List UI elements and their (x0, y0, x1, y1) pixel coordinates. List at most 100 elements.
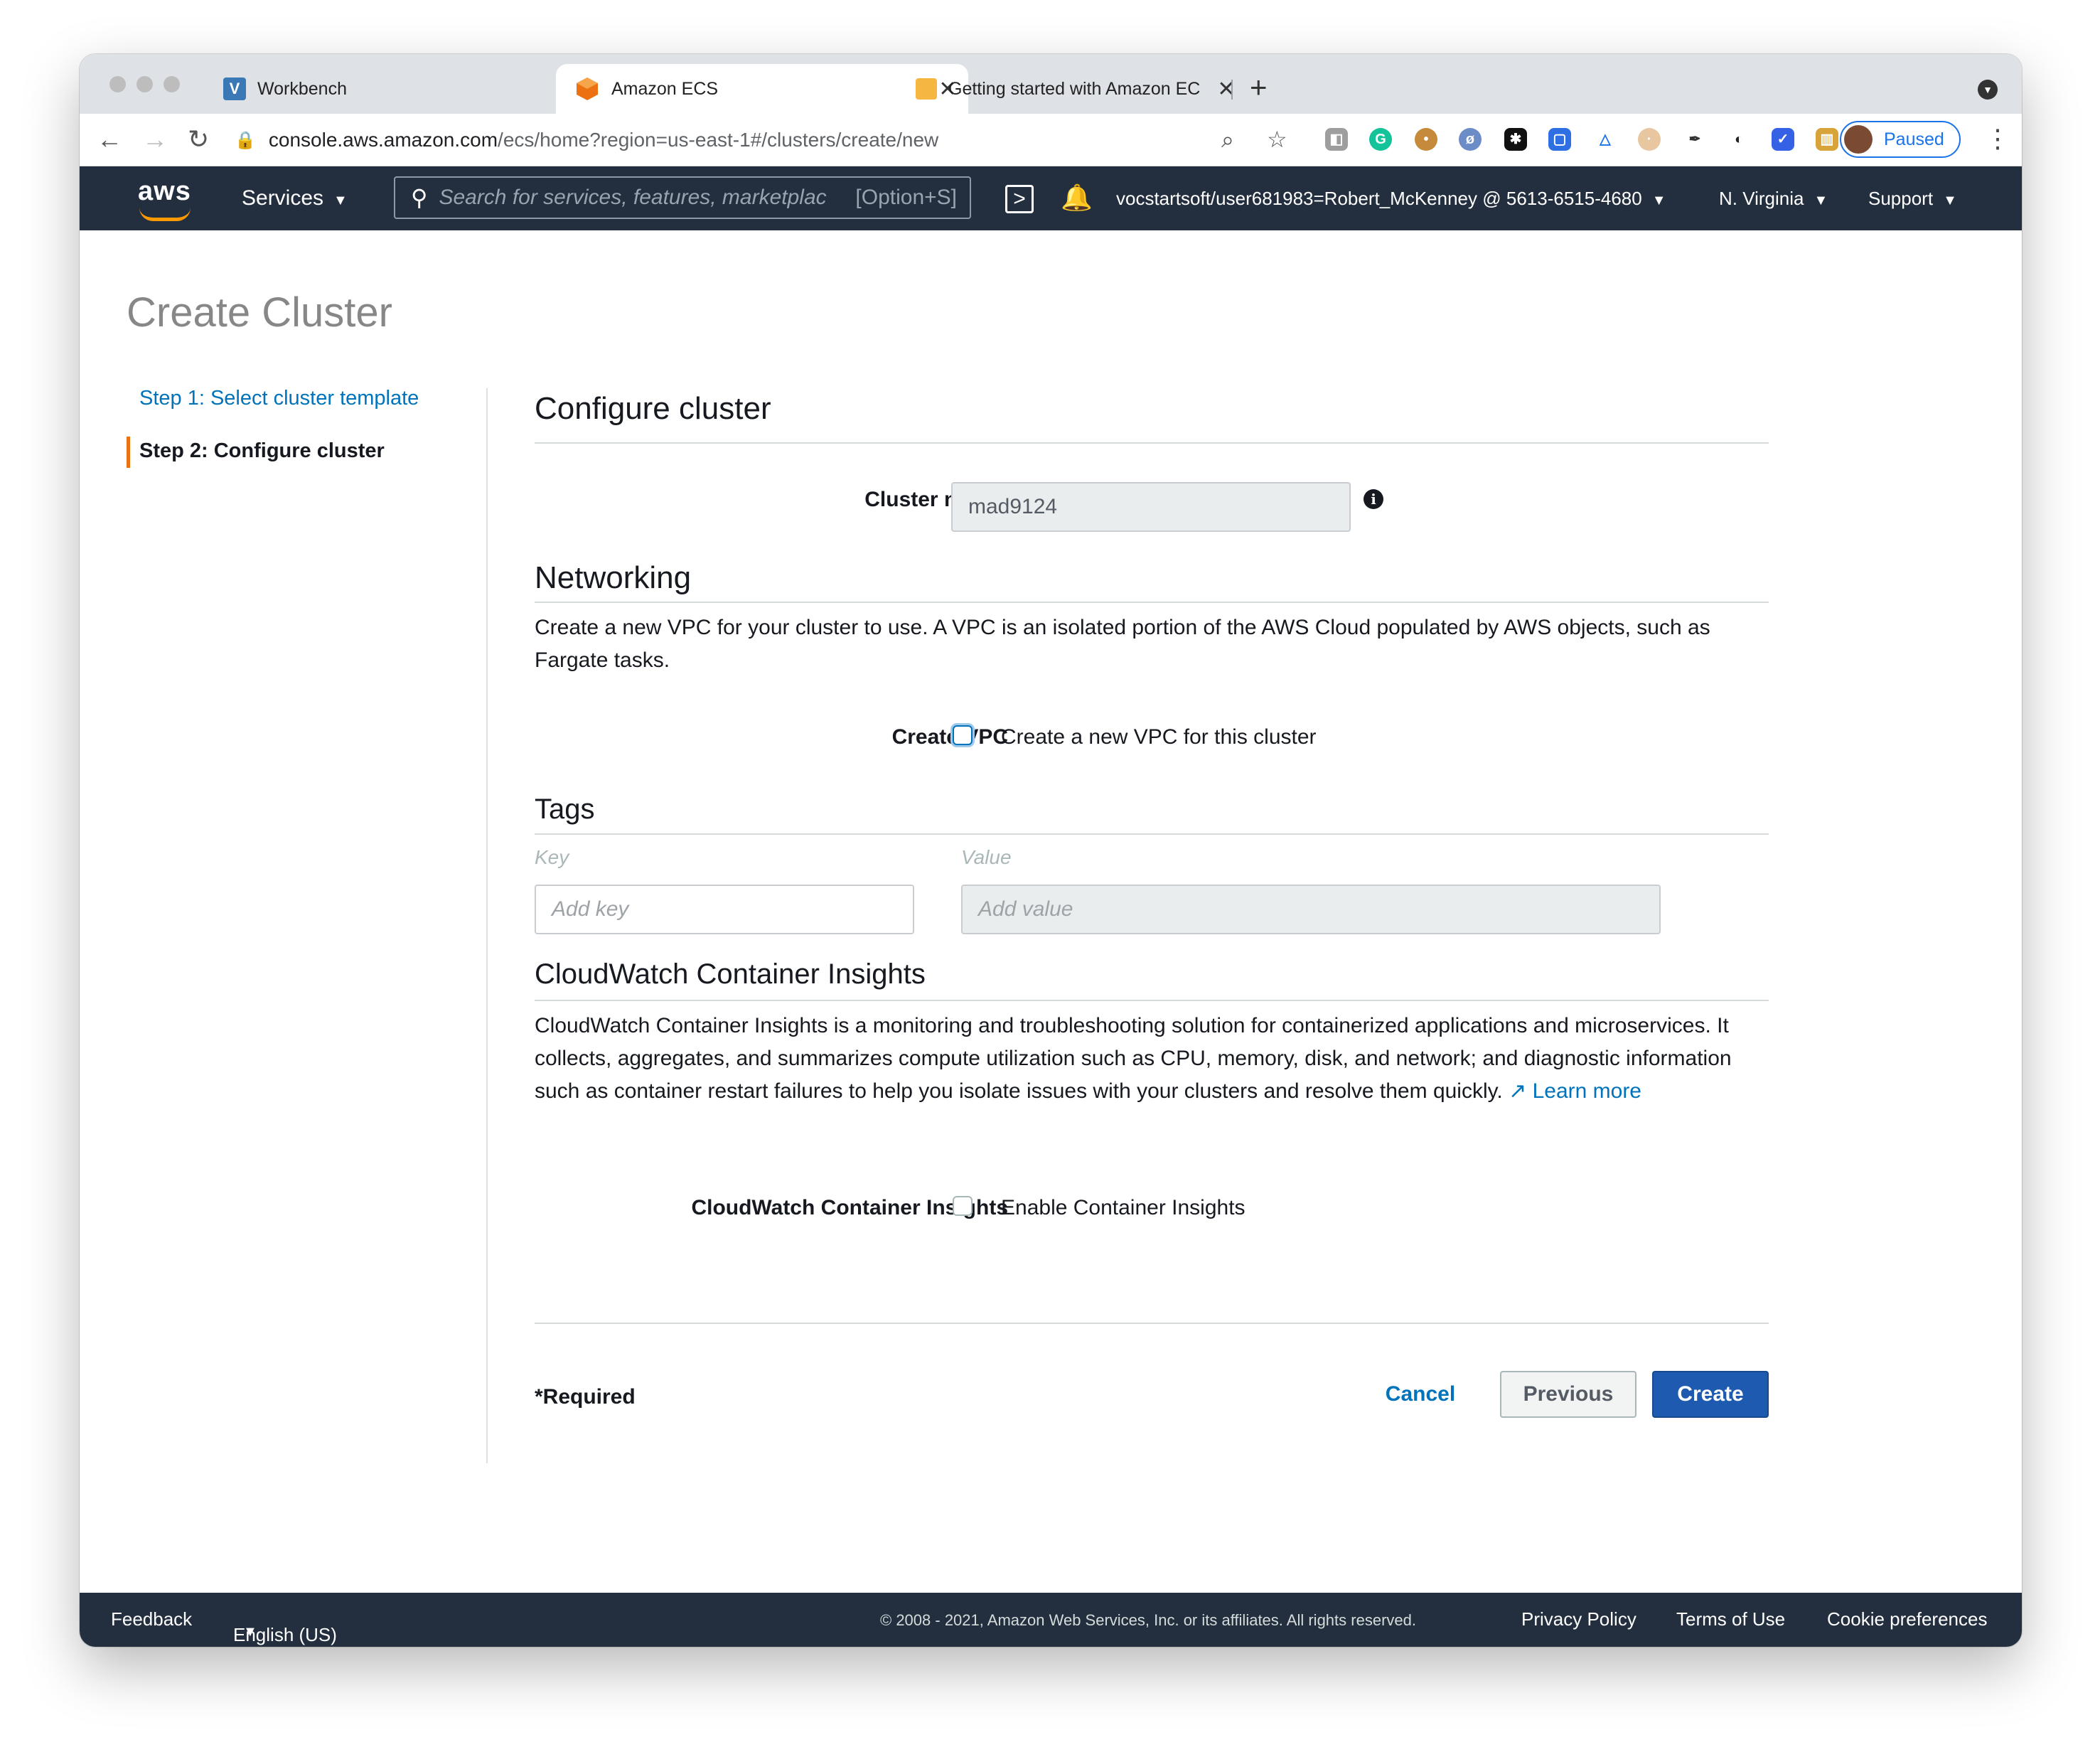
extension-icon[interactable]: ✱ (1504, 128, 1527, 151)
support-menu[interactable]: Support ▼ (1868, 188, 1957, 210)
browser-window: V Workbench ✕ Amazon ECS ✕ Getting start… (80, 54, 2022, 1647)
zoom-icon[interactable]: ⌕ (1221, 127, 1234, 152)
tab-label: Amazon ECS (611, 78, 719, 99)
container-insights-heading: CloudWatch Container Insights (535, 958, 926, 990)
caret-down-icon: ▼ (1651, 193, 1666, 208)
learn-more-label: Learn more (1532, 1079, 1641, 1103)
close-icon[interactable]: ✕ (1214, 77, 1238, 102)
privacy-policy-link[interactable]: Privacy Policy (1521, 1608, 1636, 1630)
aws-smile-logo-icon (139, 208, 191, 221)
aws-console-nav: aws Services ▼ ⚲ Search for services, fea… (80, 166, 2022, 230)
cloudshell-icon[interactable]: > (1005, 185, 1034, 213)
reload-icon[interactable]: ↻ (188, 127, 209, 152)
ecs-favicon-icon (577, 78, 598, 100)
maximize-window-button[interactable] (164, 76, 180, 92)
region-label: N. Virginia (1719, 188, 1804, 209)
region-menu[interactable]: N. Virginia ▼ (1719, 188, 1828, 210)
extension-icon[interactable]: △ (1594, 128, 1617, 151)
tab-label: Workbench (257, 78, 347, 99)
extension-icon[interactable]: ▥ (1816, 128, 1838, 151)
caret-down-icon: ▼ (243, 1624, 257, 1640)
search-icon: ⚲ (411, 185, 428, 210)
new-tab-plus-icon[interactable]: + (1250, 70, 1268, 105)
container-insights-checkbox-label[interactable]: Enable Container Insights (1001, 1196, 1245, 1220)
tag-value-input[interactable]: Add value (961, 885, 1661, 934)
terms-of-use-link[interactable]: Terms of Use (1676, 1608, 1785, 1630)
divider (535, 833, 1769, 835)
divider (535, 442, 1769, 444)
step-1-link[interactable]: Step 1: Select cluster template (139, 387, 419, 410)
back-arrow-icon[interactable]: ← (97, 127, 122, 152)
create-vpc-checkbox-label[interactable]: Create a new VPC for this cluster (1001, 725, 1317, 749)
extension-icon[interactable]: ◧ (1325, 128, 1348, 151)
create-button[interactable]: Create (1652, 1371, 1769, 1418)
step-2-current: Step 2: Configure cluster (139, 439, 385, 462)
services-search-input[interactable]: ⚲ Search for services, features, marketp… (394, 176, 971, 219)
minimize-window-button[interactable] (136, 76, 153, 92)
tags-value-header: Value (961, 846, 1012, 868)
divider (535, 602, 1769, 603)
feedback-link[interactable]: Feedback (111, 1608, 192, 1630)
extension-icon[interactable]: · (1638, 128, 1661, 151)
workbench-favicon-icon: V (223, 78, 246, 100)
url-path: /ecs/home?region=us-east-1#/clusters/cre… (498, 129, 939, 151)
external-link-icon: ↗ (1509, 1079, 1527, 1103)
learn-more-link[interactable]: ↗ Learn more (1509, 1079, 1641, 1103)
tab-label: Getting started with Amazon EC (948, 78, 1201, 99)
tag-key-input[interactable]: Add key (535, 885, 914, 934)
forward-arrow-icon[interactable]: → (142, 127, 168, 152)
avatar (1844, 125, 1873, 154)
browser-menu-icon[interactable]: ⋮ (1985, 124, 2010, 154)
tab-search-chevron-icon[interactable]: ▼ (1978, 80, 1998, 100)
divider (535, 1000, 1769, 1001)
container-insights-label: CloudWatch Container Insights (691, 1196, 1008, 1219)
container-insights-checkbox[interactable] (953, 1196, 973, 1216)
networking-description: Create a new VPC for your cluster to use… (535, 616, 1710, 672)
eyedropper-icon[interactable]: ✒ (1683, 128, 1706, 151)
extension-icon[interactable]: ▢ (1548, 128, 1571, 151)
account-label: vocstartsoft/user681983=Robert_McKenney … (1116, 188, 1642, 209)
cookie-preferences-link[interactable]: Cookie preferences (1827, 1608, 1987, 1630)
tab-getting-started[interactable]: Getting started with Amazon EC ✕ (897, 64, 1238, 114)
services-menu[interactable]: Services ▼ (242, 186, 348, 210)
dark-mode-icon[interactable]: ◐ (1727, 128, 1750, 151)
previous-button[interactable]: Previous (1500, 1371, 1636, 1418)
notifications-bell-icon[interactable]: 🔔 (1061, 182, 1093, 213)
bookmark-star-icon[interactable]: ☆ (1267, 127, 1287, 152)
browser-toolbar: ← → ↻ 🔒 console.aws.amazon.com/ecs/home?… (80, 114, 2022, 166)
url-host: console.aws.amazon.com (268, 129, 498, 151)
address-bar[interactable]: 🔒 console.aws.amazon.com/ecs/home?region… (235, 121, 1344, 159)
grammarly-icon[interactable]: G (1369, 128, 1392, 151)
required-note: *Required (535, 1385, 636, 1409)
docs-favicon-icon (916, 78, 937, 100)
profile-status: Paused (1884, 129, 1944, 149)
close-window-button[interactable] (109, 76, 126, 92)
extension-icon[interactable]: ✓ (1772, 128, 1794, 151)
cancel-button[interactable]: Cancel (1369, 1371, 1472, 1418)
console-footer: Feedback English (US) ▼ © 2008 - 2021, Am… (80, 1593, 2022, 1647)
search-placeholder: Search for services, features, marketpla… (439, 186, 827, 209)
profile-button[interactable]: Paused (1840, 121, 1961, 158)
cluster-name-input[interactable]: mad9124 (951, 482, 1351, 532)
aws-logo[interactable]: aws (138, 176, 191, 207)
create-vpc-checkbox[interactable] (953, 725, 973, 745)
configure-cluster-heading: Configure cluster (535, 391, 771, 426)
copyright-text: © 2008 - 2021, Amazon Web Services, Inc.… (880, 1611, 1416, 1629)
caret-down-icon: ▼ (1814, 193, 1828, 208)
page-title: Create Cluster (127, 289, 392, 336)
divider (535, 1323, 1769, 1324)
extension-icon[interactable]: ø (1459, 128, 1482, 151)
tags-heading: Tags (535, 794, 595, 825)
cookie-icon[interactable]: • (1415, 128, 1437, 151)
info-icon[interactable]: i (1364, 489, 1383, 509)
caret-down-icon: ▼ (333, 193, 348, 208)
account-menu[interactable]: vocstartsoft/user681983=Robert_McKenney … (1116, 188, 1666, 210)
tags-key-header: Key (535, 846, 569, 868)
container-insights-description: CloudWatch Container Insights is a monit… (535, 1010, 1772, 1108)
active-step-indicator (127, 437, 130, 468)
lock-icon: 🔒 (235, 130, 256, 150)
tab-strip: V Workbench ✕ Amazon ECS ✕ Getting start… (80, 54, 2022, 114)
search-shortcut: [Option+S] (855, 186, 957, 209)
networking-heading: Networking (535, 560, 692, 595)
caret-down-icon: ▼ (1943, 193, 1957, 208)
